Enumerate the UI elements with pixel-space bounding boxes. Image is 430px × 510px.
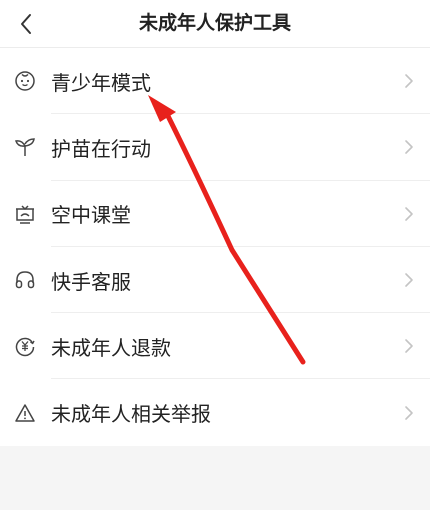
- chevron-right-icon: [405, 74, 413, 88]
- menu-item-label: 快手客服: [51, 269, 131, 294]
- child-face-icon: [14, 70, 36, 92]
- chevron-right-icon: [405, 140, 413, 155]
- sprout-icon: [14, 136, 36, 158]
- chevron-right-icon: [405, 339, 413, 354]
- headset-icon: [14, 269, 36, 291]
- chevron-right-icon: [405, 206, 413, 221]
- page-title: 未成年人保护工具: [138, 12, 291, 34]
- menu-item-air-classroom[interactable]: 空中课堂: [0, 181, 430, 247]
- menu-item-teen-mode[interactable]: 青少年模式: [0, 48, 430, 115]
- menu-item-label: 青少年模式: [51, 70, 151, 95]
- chevron-right-icon: [405, 405, 413, 420]
- classroom-icon: [14, 203, 36, 225]
- menu-item-minor-refund[interactable]: 未成年人退款: [0, 313, 430, 380]
- menu-item-label: 空中课堂: [51, 203, 131, 228]
- menu-item-customer-service[interactable]: 快手客服: [0, 247, 430, 314]
- yuan-refund-icon: [14, 335, 36, 357]
- menu-list: 青少年模式 护苗在行动 空中课堂 快手客服 未成年人退款 未成年人相关举报: [0, 48, 430, 446]
- top-bar: 未成年人保护工具: [0, 0, 430, 48]
- menu-item-label: 未成年人相关举报: [51, 402, 211, 427]
- menu-item-label: 未成年人退款: [51, 335, 171, 360]
- chevron-right-icon: [405, 273, 413, 287]
- menu-item-minor-report[interactable]: 未成年人相关举报: [0, 379, 430, 445]
- warning-icon: [14, 402, 36, 424]
- menu-item-label: 护苗在行动: [51, 136, 151, 161]
- menu-item-seedling-action[interactable]: 护苗在行动: [0, 114, 430, 181]
